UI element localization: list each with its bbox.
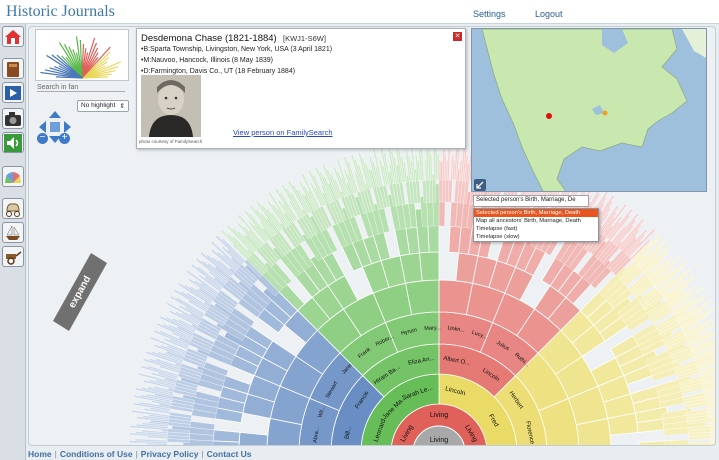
covered-wagon-icon (6, 202, 20, 217)
select-arrow-icon: ⇕ (119, 103, 125, 110)
play-presentation-button[interactable] (2, 82, 24, 103)
footer-privacy-link[interactable]: Privacy Policy (141, 449, 199, 459)
footer-home-link[interactable]: Home (28, 449, 52, 459)
fan-segment[interactable] (665, 445, 707, 446)
person-death: •D:Farmington, Davis Co., UT (18 Februar… (141, 68, 296, 75)
fan-segment[interactable] (448, 225, 462, 254)
fan-segment[interactable] (711, 445, 716, 446)
play-presentation-icon (5, 85, 21, 100)
map-option-timelapse-slow[interactable]: Timelapse (slow) (474, 233, 598, 241)
settings-link[interactable]: Settings (473, 9, 506, 19)
minus-icon: − (39, 132, 46, 143)
fan-segment[interactable] (710, 436, 716, 439)
map-mode-select-value: Selected person's Birth, Marriage, De (476, 197, 576, 203)
fan-controls: Search in fan No highlight ⇕ − + (33, 29, 129, 147)
top-bar: Historic Journals Settings Logout (0, 0, 719, 24)
map-mode-dropdown: Selected person's Birth, Marriage, Death… (473, 208, 599, 242)
fan-segment[interactable] (154, 444, 189, 446)
journal-button[interactable] (2, 58, 24, 79)
footer: Home | Conditions of Use | Privacy Policy | Co… (28, 449, 252, 459)
left-toolbar (0, 24, 26, 460)
fan-segment[interactable] (418, 251, 440, 282)
pan-center-icon[interactable] (50, 122, 60, 132)
handcart-button[interactable] (2, 246, 24, 267)
footer-separator: | (201, 449, 204, 459)
close-icon: ✕ (454, 33, 461, 40)
pan-up-icon[interactable] (49, 111, 61, 118)
app-title[interactable]: Historic Journals (6, 3, 115, 21)
map-panel[interactable] (471, 28, 707, 192)
map-marker-birth-icon[interactable] (546, 113, 552, 119)
person-birth: •B:Sparta Township, Livingston, New York… (141, 46, 333, 53)
expand-tab[interactable]: expand (53, 253, 107, 331)
ship-button[interactable] (2, 222, 24, 243)
fan-segment[interactable] (212, 429, 241, 443)
close-card-button[interactable]: ✕ (453, 32, 462, 41)
fan-segment[interactable] (664, 439, 690, 446)
fan-segment[interactable] (438, 279, 474, 316)
fan-label: Living (430, 412, 448, 419)
camera-icon (5, 111, 21, 126)
highlight-select-value: No highlight (81, 102, 116, 109)
map-option-all-ancestors[interactable]: Map all ancestors' Birth, Marriage, Deat… (474, 217, 598, 225)
person-marriage: •M:Nauvoo, Hancock, Illinois (8 May 1839… (141, 57, 274, 64)
person-photo (141, 75, 201, 137)
zoom-out-button[interactable]: − (37, 133, 48, 144)
mini-fan-overview[interactable] (35, 29, 129, 81)
map-marker-death-icon[interactable] (602, 110, 608, 116)
photo-credit: photo courtesy of FamilySearch (139, 139, 203, 144)
highlight-select[interactable]: No highlight ⇕ (77, 100, 129, 112)
plus-icon: + (61, 132, 68, 143)
handcart-icon (6, 250, 22, 265)
ship-icon (6, 224, 20, 240)
sound-icon (4, 133, 22, 152)
fan-segment[interactable] (438, 159, 441, 181)
fan-chart-view-button[interactable] (2, 166, 24, 187)
map-mode-select[interactable]: Selected person's Birth, Marriage, De (473, 195, 589, 207)
covered-wagon-button[interactable] (2, 198, 24, 219)
person-details-card: Desdemona Chase (1821-1884) [KWJ1-S6W] ✕… (136, 28, 466, 149)
map-option-timelapse-fast[interactable]: Timelapse (fast) (474, 225, 598, 233)
portrait-image (141, 75, 201, 137)
journal-book-icon (7, 61, 19, 77)
camera-button[interactable] (2, 108, 24, 129)
footer-separator: | (54, 449, 57, 459)
sound-button[interactable] (2, 132, 24, 153)
mini-fan-chart (40, 36, 122, 79)
home-button[interactable] (2, 26, 24, 47)
fan-search-input[interactable]: Search in fan (37, 84, 125, 92)
person-name: Desdemona Chase (1821-1884) (141, 33, 277, 44)
footer-conditions-link[interactable]: Conditions of Use (60, 449, 133, 459)
fan-segment[interactable] (238, 431, 269, 446)
north-america-map (481, 29, 706, 191)
zoom-in-button[interactable]: + (59, 133, 70, 144)
expand-arrow-icon (476, 181, 484, 189)
fan-chart-view-icon (5, 171, 21, 183)
view-on-familysearch-link[interactable]: View person on FamilySearch (233, 128, 333, 137)
footer-separator: | (135, 449, 138, 459)
fan-label: Living (430, 437, 448, 444)
map-expand-button[interactable] (474, 179, 486, 191)
logout-link[interactable]: Logout (535, 9, 563, 19)
person-id[interactable]: [KWJ1-S6W] (283, 34, 326, 43)
fan-label: Mary... (424, 325, 441, 332)
home-icon (5, 29, 21, 44)
map-option-selected-person[interactable]: Selected person's Birth, Marriage, Death (474, 209, 598, 217)
footer-contact-link[interactable]: Contact Us (207, 449, 252, 459)
fan-chart-panel: Living Living Living Living Leonard Jane Ma..… (28, 26, 716, 446)
fan-segment[interactable] (689, 445, 716, 446)
